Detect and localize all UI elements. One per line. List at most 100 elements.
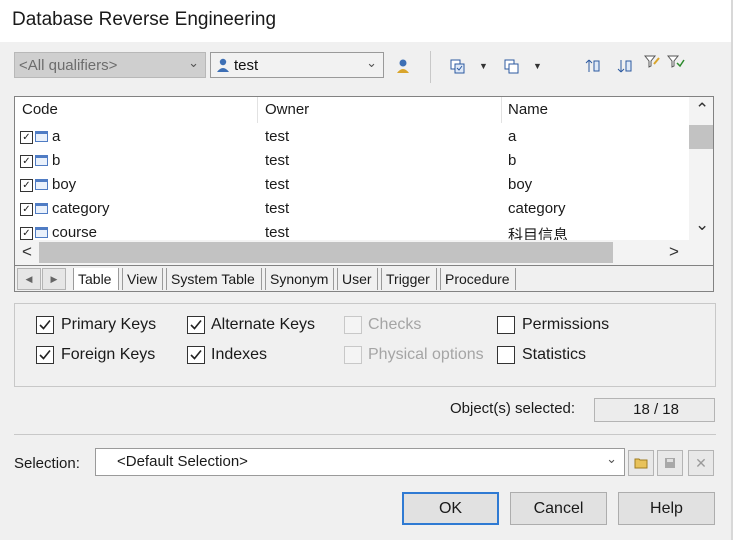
open-selection-button[interactable] xyxy=(628,450,654,476)
select-all-icon[interactable] xyxy=(450,59,466,75)
chevron-down-icon: ⌄ xyxy=(188,55,199,70)
primary-keys-checkbox[interactable] xyxy=(36,316,54,334)
vertical-scroll-thumb[interactable] xyxy=(689,125,713,149)
save-selection-button xyxy=(657,450,683,476)
row-code: course xyxy=(52,224,98,240)
move-up-icon[interactable] xyxy=(585,58,601,74)
column-header-owner[interactable]: Owner xyxy=(265,101,309,118)
column-header-name[interactable]: Name xyxy=(508,101,548,118)
row-code: a xyxy=(52,128,61,145)
selection-combo[interactable]: <Default Selection> ⌄ xyxy=(95,448,625,476)
row-checkbox[interactable]: ✓ xyxy=(20,203,33,216)
horizontal-scroll-thumb[interactable] xyxy=(39,242,613,263)
tab-scroll-right-icon[interactable]: ▶ xyxy=(42,268,66,290)
row-checkbox[interactable]: ✓ xyxy=(20,179,33,192)
column-divider xyxy=(257,97,258,123)
indexes-label: Indexes xyxy=(211,346,268,363)
tab-table[interactable]: Table xyxy=(73,268,119,290)
chevron-down-icon: ⌄ xyxy=(606,451,617,466)
statistics-checkbox[interactable] xyxy=(497,346,515,364)
permissions-checkbox[interactable] xyxy=(497,316,515,334)
select-all-dropdown-icon[interactable]: ▼ xyxy=(479,61,488,71)
ok-button[interactable]: OK xyxy=(402,492,499,525)
row-name: category xyxy=(508,200,566,217)
table-icon xyxy=(35,155,48,166)
table-icon xyxy=(35,203,48,214)
scroll-right-icon[interactable]: > xyxy=(669,242,679,262)
chevron-down-icon: ⌄ xyxy=(366,55,377,70)
tab-view[interactable]: View xyxy=(122,268,163,290)
tab-user[interactable]: User xyxy=(337,268,378,290)
row-owner: test xyxy=(265,200,290,217)
row-code: category xyxy=(52,200,110,217)
qualifier-value: <All qualifiers> xyxy=(19,57,118,74)
tab-trigger[interactable]: Trigger xyxy=(381,268,437,290)
selection-label: Selection: xyxy=(14,455,80,472)
owner-combo[interactable]: test ⌄ xyxy=(210,52,384,78)
row-name: boy xyxy=(508,176,533,193)
row-name: b xyxy=(508,152,517,169)
column-header-code[interactable]: Code xyxy=(22,101,58,118)
primary-keys-label: Primary Keys xyxy=(61,316,157,333)
statistics-label: Statistics xyxy=(522,346,587,363)
filter-icon[interactable] xyxy=(643,54,662,72)
row-code: boy xyxy=(52,176,77,193)
row-owner: test xyxy=(265,128,290,145)
row-checkbox[interactable]: ✓ xyxy=(20,131,33,144)
deselect-all-dropdown-icon[interactable]: ▼ xyxy=(533,61,542,71)
indexes-checkbox[interactable] xyxy=(187,346,205,364)
user-icon xyxy=(216,57,230,73)
filter-clear-icon[interactable] xyxy=(666,54,685,72)
foreign-keys-checkbox[interactable] xyxy=(36,346,54,364)
tab-scroll-left-icon[interactable]: ◀ xyxy=(17,268,41,290)
tab-system-table[interactable]: System Table xyxy=(166,268,262,290)
table-icon xyxy=(35,179,48,190)
physical-options-checkbox xyxy=(344,346,362,364)
row-checkbox[interactable]: ✓ xyxy=(20,155,33,168)
row-owner: test xyxy=(265,176,290,193)
foreign-keys-label: Foreign Keys xyxy=(61,346,156,363)
tab-synonym[interactable]: Synonym xyxy=(265,268,334,290)
table-icon xyxy=(35,227,48,238)
qualifier-combo: <All qualifiers> ⌄ xyxy=(14,52,206,78)
alternate-keys-label: Alternate Keys xyxy=(211,316,316,333)
move-down-icon[interactable] xyxy=(617,58,633,74)
checks-label: Checks xyxy=(368,316,422,333)
delete-selection-button: ✕ xyxy=(688,450,714,476)
user-select-icon[interactable] xyxy=(394,57,412,75)
physical-options-label: Physical options xyxy=(368,346,484,363)
permissions-label: Permissions xyxy=(522,316,610,333)
row-checkbox[interactable]: ✓ xyxy=(20,227,33,240)
alternate-keys-checkbox[interactable] xyxy=(187,316,205,334)
selection-value: <Default Selection> xyxy=(117,453,248,470)
deselect-all-icon[interactable] xyxy=(504,59,520,75)
close-icon: ✕ xyxy=(695,455,707,471)
row-code: b xyxy=(52,152,61,169)
table-row[interactable]: ✓ category test category xyxy=(15,197,687,221)
objects-selected-count: 18 / 18 xyxy=(594,398,715,422)
row-name: 科目信息 xyxy=(508,227,569,240)
table-icon xyxy=(35,131,48,142)
save-icon xyxy=(665,458,675,468)
scroll-down-icon[interactable]: ⌄ xyxy=(695,215,709,235)
vertical-scrollbar[interactable]: ⌃ ⌄ xyxy=(689,97,713,240)
table-row[interactable]: ✓ b test b xyxy=(15,149,687,173)
toolbar-separator xyxy=(430,51,431,83)
scroll-up-icon[interactable]: ⌃ xyxy=(695,100,709,120)
horizontal-scrollbar[interactable]: < > xyxy=(15,240,713,265)
folder-icon xyxy=(634,458,648,469)
row-name: a xyxy=(508,128,517,145)
table-row[interactable]: ✓ boy test boy xyxy=(15,173,687,197)
row-owner: test xyxy=(265,152,290,169)
table-row[interactable]: ✓ course test 科目信息 xyxy=(15,221,687,240)
tab-procedure[interactable]: Procedure xyxy=(440,268,516,290)
help-button[interactable]: Help xyxy=(618,492,715,525)
table-row[interactable]: ✓ a test a xyxy=(15,125,687,149)
objects-selected-label: Object(s) selected: xyxy=(450,400,576,417)
scroll-left-icon[interactable]: < xyxy=(22,242,32,262)
object-table[interactable]: Code Owner Name ✓ a test a ✓ b test b ✓ … xyxy=(14,96,714,266)
object-type-tabs: ◀ ▶ Table View System Table Synonym User… xyxy=(14,266,714,292)
row-owner: test xyxy=(265,224,290,240)
window-title: Database Reverse Engineering xyxy=(12,9,277,30)
cancel-button[interactable]: Cancel xyxy=(510,492,607,525)
